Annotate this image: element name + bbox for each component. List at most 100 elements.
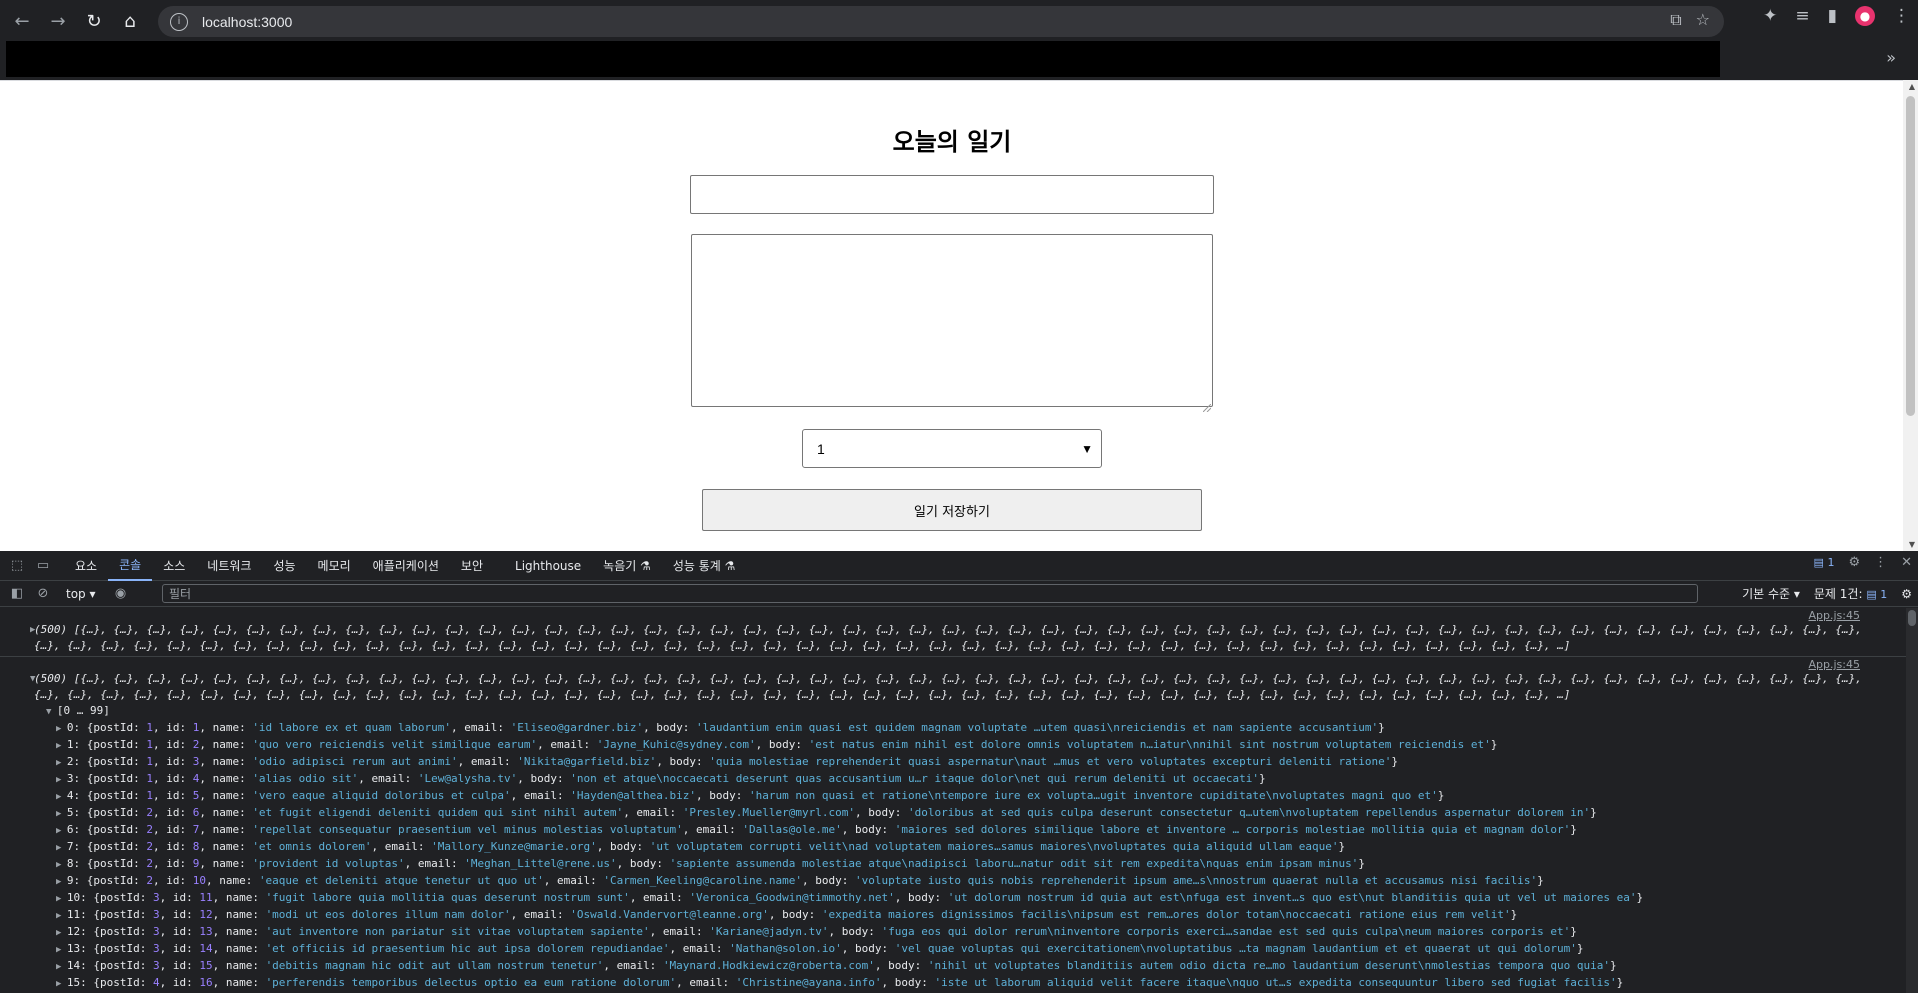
tab-memory[interactable]: 메모리 [307,551,362,581]
page-scrollbar[interactable]: ▲ ▼ [1903,80,1918,551]
object-row[interactable]: ▶ 5: {postId: 2, id: 6, name: 'et fugit … [34,805,1866,822]
close-devtools-icon[interactable]: ✕ [1901,555,1912,570]
collapse-arrow-icon[interactable]: ▼ [30,671,35,687]
chrome-menu-icon[interactable]: ⋮ [1893,6,1910,26]
array-range-group[interactable]: ▼ [0 … 99] [34,703,1866,720]
row-id: 4 [192,772,200,785]
row-name: 'perferendis temporibus delectus optio e… [265,976,677,989]
back-icon[interactable]: ← [4,3,40,39]
address-bar[interactable]: i localhost:3000 ⧉ ☆ [158,6,1724,37]
object-row[interactable]: ▶ 3: {postId: 1, id: 4, name: 'alias odi… [34,771,1866,788]
console-settings-gear-icon[interactable]: ⚙ [1901,587,1912,601]
console-toolbar: ◧ ⊘ top ▾ ◉ 필터 기본 수준 ▾ 문제 1건: ▤ 1 ⚙ [0,581,1918,607]
page-scroll-thumb[interactable] [1906,96,1915,416]
row-postid: 1 [146,738,153,751]
bookmark-star-icon[interactable]: ☆ [1696,10,1710,30]
row-postid: 3 [152,942,160,955]
row-email: 'Christine@ayana.info' [735,976,882,989]
profile-avatar-icon[interactable]: ● [1855,6,1875,26]
bookmarks-overflow-icon[interactable]: » [1886,48,1896,67]
object-row[interactable]: ▶ 10: {postId: 3, id: 11, name: 'fugit l… [34,890,1866,907]
object-row[interactable]: ▶ 6: {postId: 2, id: 7, name: 'repellat … [34,822,1866,839]
row-index: 7 [66,840,74,853]
console-output: App.js:45 ▶ (500) [{…}, {…}, {…}, {…}, {… [0,608,1906,993]
object-row[interactable]: ▶ 8: {postId: 2, id: 9, name: 'provident… [34,856,1866,873]
row-name: 'provident id voluptas' [252,857,405,870]
emotion-select[interactable]: 1 ▼ [802,429,1102,468]
row-postid: 2 [146,857,153,870]
row-email: 'Nikita@garfield.biz' [517,755,657,768]
object-row[interactable]: ▶ 9: {postId: 2, id: 10, name: 'eaque et… [34,873,1866,890]
tab-sources[interactable]: 소스 [152,551,196,581]
tab-application[interactable]: 애플리케이션 [362,551,450,581]
extensions-icon[interactable]: ✦ [1763,6,1777,26]
row-body: 'fuga eos qui dolor rerum\ninventore cor… [881,925,1571,938]
console-message[interactable]: App.js:45 ▶ (500) [{…}, {…}, {…}, {…}, {… [0,608,1906,657]
row-index: 9 [66,874,74,887]
row-index: 5 [66,806,74,819]
object-row[interactable]: ▶ 12: {postId: 3, id: 13, name: 'aut inv… [34,924,1866,941]
toolbar-actions: ✦ ≡ ▮ ● ⋮ [1763,6,1910,26]
console-message[interactable]: App.js:45 ▼ (500) [{…}, {…}, {…}, {…}, {… [0,657,1906,993]
expand-arrow-icon[interactable]: ▶ [30,622,35,638]
object-row[interactable]: ▶ 14: {postId: 3, id: 15, name: 'debitis… [34,958,1866,975]
issues-badge[interactable]: ▤ 1 [1814,556,1835,569]
tab-elements[interactable]: 요소 [64,551,108,581]
clear-console-icon[interactable]: ⊘ [30,581,56,607]
devtools-menu-icon[interactable]: ⋮ [1874,555,1887,570]
content-textarea[interactable] [691,234,1213,407]
tab-lighthouse[interactable]: Lighthouse [504,551,592,581]
row-index: 1 [66,738,74,751]
install-app-icon[interactable]: ⧉ [1670,10,1681,30]
inspect-element-icon[interactable]: ⬚ [4,553,30,579]
object-row[interactable]: ▶ 15: {postId: 4, id: 16, name: 'perfere… [34,975,1866,992]
row-body: 'harum non quasi et ratione\ntempore iur… [749,789,1438,802]
media-icon[interactable]: ≡ [1795,6,1809,26]
address-bar-actions: ⧉ ☆ [1670,10,1710,30]
textarea-resize-grip[interactable] [1202,397,1212,413]
sidebar-toggle-icon[interactable]: ◧ [4,581,30,607]
console-scroll-thumb[interactable] [1908,610,1916,626]
log-level-select[interactable]: 기본 수준 ▾ [1742,585,1800,602]
row-postid: 2 [146,806,153,819]
scroll-down-icon[interactable]: ▼ [1909,540,1915,549]
row-id: 6 [192,806,200,819]
object-row[interactable]: ▶ 13: {postId: 3, id: 14, name: 'et offi… [34,941,1866,958]
issues-counter[interactable]: 문제 1건: ▤ 1 [1814,585,1887,602]
save-diary-button[interactable]: 일기 저장하기 [702,489,1202,531]
row-name: 'et fugit eligendi deleniti quidem qui s… [252,806,624,819]
object-row[interactable]: ▶ 11: {postId: 3, id: 12, name: 'modi ut… [34,907,1866,924]
message-source-link[interactable]: App.js:45 [1809,608,1860,624]
object-row[interactable]: ▶ 1: {postId: 1, id: 2, name: 'quo vero … [34,737,1866,754]
tab-security[interactable]: 보안 [450,551,494,581]
device-toolbar-icon[interactable]: ▭ [30,553,56,579]
tab-console[interactable]: 콘솔 [108,551,153,581]
devtools-tab-actions: ▤ 1 ⚙ ⋮ ✕ [1814,555,1912,570]
object-row[interactable]: ▶ 7: {postId: 2, id: 8, name: 'et omnis … [34,839,1866,856]
expand-arrow-icon: ▶ [56,911,67,921]
scroll-up-icon[interactable]: ▲ [1909,82,1915,91]
object-row[interactable]: ▶ 4: {postId: 1, id: 5, name: 'vero eaqu… [34,788,1866,805]
author-input[interactable] [690,175,1214,214]
site-info-icon[interactable]: i [170,12,188,31]
console-scrollbar[interactable] [1906,608,1918,993]
row-postid: 1 [146,772,153,785]
object-row[interactable]: ▶ 2: {postId: 1, id: 3, name: 'odio adip… [34,754,1866,771]
tab-network[interactable]: 네트워크 [196,551,262,581]
live-expression-eye-icon[interactable]: ◉ [108,581,134,607]
reload-icon[interactable]: ↻ [76,3,112,39]
object-row[interactable]: ▶ 0: {postId: 1, id: 1, name: 'id labore… [34,720,1866,737]
row-index: 12 [66,925,81,938]
array-range-label: [0 … 99] [56,704,110,717]
home-icon[interactable]: ⌂ [112,3,148,39]
settings-gear-icon[interactable]: ⚙ [1848,555,1860,570]
side-panel-icon[interactable]: ▮ [1828,6,1837,26]
row-body: 'est natus enim nihil est dolore omnis v… [808,738,1491,751]
console-filter-input[interactable]: 필터 [162,584,1698,603]
tab-performance-insights[interactable]: 성능 통계 ⚗ [662,551,747,581]
forward-icon[interactable]: → [40,3,76,39]
tab-performance[interactable]: 성능 [262,551,306,581]
context-select[interactable]: top ▾ [66,587,96,601]
message-source-link[interactable]: App.js:45 [1809,657,1860,673]
tab-recorder[interactable]: 녹음기 ⚗ [592,551,662,581]
